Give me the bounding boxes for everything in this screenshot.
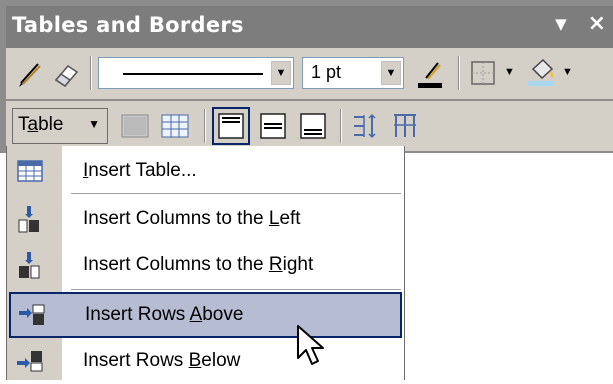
table-menu-label-part: ble [38, 114, 64, 135]
label-part: Insert Rows [83, 350, 189, 371]
menu-item-label: Insert Columns to the Left [83, 208, 301, 230]
menu-separator [71, 193, 401, 194]
menu-separator [71, 289, 401, 290]
insert-rows-above-icon [19, 304, 45, 325]
toolbar-title: Tables and Borders [12, 13, 244, 37]
toolbar-row-1: ▼ 1 pt ▼ ▼ ▼ [6, 48, 613, 99]
label-part: nsert Table... [88, 160, 197, 181]
chevron-down-icon[interactable]: ▼ [381, 61, 401, 85]
distribute-columns-icon[interactable] [388, 109, 422, 143]
chevron-down-icon[interactable]: ▼ [504, 66, 515, 78]
mouse-pointer-icon [297, 325, 324, 365]
line-style-dropdown[interactable]: ▼ [98, 57, 294, 89]
close-icon[interactable]: × [583, 12, 611, 36]
menu-item-insert-columns-left[interactable]: Insert Columns to the Left [7, 196, 404, 242]
insert-columns-left-icon [18, 206, 39, 233]
label-accelerator: R [268, 254, 283, 275]
label-accelerator: A [189, 304, 203, 325]
label-part: Insert Columns to the [83, 208, 269, 229]
label-accelerator: L [268, 208, 280, 229]
tables-and-borders-toolbar: Tables and Borders ▼ × ▼ 1 pt ▼ ▼ ▼ Tabl… [0, 0, 613, 153]
align-top-icon[interactable] [212, 107, 250, 145]
table-dropdown-menu: Insert Table... Insert Columns to the Le… [6, 146, 405, 380]
menu-item-insert-columns-right[interactable]: Insert Columns to the Right [7, 242, 404, 288]
menu-item-label: Insert Table... [83, 160, 197, 182]
menu-item-label: Insert Rows Below [83, 350, 240, 372]
line-weight-value: 1 pt [311, 62, 342, 82]
label-part: bove [202, 304, 244, 325]
label-part: ight [282, 254, 314, 275]
chevron-down-icon[interactable]: ▼ [562, 66, 573, 78]
pen-color-icon[interactable] [414, 58, 446, 90]
align-center-vertically-icon[interactable] [256, 109, 290, 143]
menu-item-insert-table[interactable]: Insert Table... [7, 148, 404, 194]
pencil-icon[interactable] [14, 58, 46, 90]
align-bottom-icon[interactable] [296, 109, 330, 143]
split-cells-icon[interactable] [158, 109, 192, 143]
outside-border-icon[interactable] [468, 58, 498, 88]
toolbar-row-2: Table ▼ [6, 101, 613, 151]
insert-columns-right-icon [19, 252, 40, 279]
chevron-down-icon: ▼ [88, 117, 100, 131]
label-part: eft [279, 208, 301, 229]
label-accelerator: B [188, 350, 202, 371]
menu-item-label: Insert Rows Above [85, 304, 243, 326]
insert-table-icon [17, 160, 43, 182]
menu-item-label: Insert Columns to the Right [83, 254, 313, 276]
insert-rows-below-icon [17, 351, 43, 372]
menu-item-insert-rows-below[interactable]: Insert Rows Below [7, 338, 404, 384]
table-menu-label-part: T [18, 114, 28, 135]
menu-item-insert-rows-above[interactable]: Insert Rows Above [9, 292, 402, 338]
chevron-down-icon[interactable]: ▼ [271, 61, 291, 85]
label-part: elow [201, 350, 241, 371]
paint-bucket-icon[interactable] [524, 56, 558, 90]
toolbar-options-arrow-icon[interactable]: ▼ [553, 16, 569, 32]
toolbar-title-bar[interactable]: Tables and Borders ▼ × [6, 6, 613, 48]
merge-cells-icon[interactable] [118, 109, 152, 143]
eraser-icon[interactable] [50, 58, 82, 90]
distribute-rows-icon[interactable] [348, 109, 382, 143]
label-part: Insert Rows [85, 304, 190, 325]
label-part: Insert Columns to the [83, 254, 269, 275]
table-menu-button[interactable]: Table ▼ [12, 108, 108, 144]
line-weight-dropdown[interactable]: 1 pt ▼ [302, 57, 404, 89]
table-menu-label-accelerator: a [27, 114, 39, 135]
